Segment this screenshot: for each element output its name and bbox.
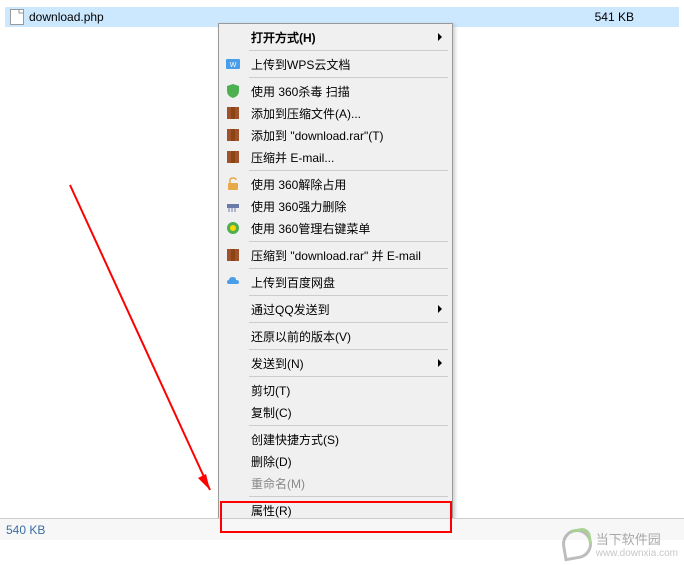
menu-label: 删除(D) (251, 453, 292, 470)
status-size: 540 KB (6, 523, 45, 537)
separator (249, 425, 448, 426)
menu-label: 发送到(N) (251, 355, 304, 372)
file-size: 541 KB (595, 10, 634, 24)
file-icon (9, 9, 25, 25)
separator (249, 349, 448, 350)
menu-label: 剪切(T) (251, 382, 290, 399)
menu-qq-send[interactable]: 通过QQ发送到 (221, 298, 450, 320)
watermark-url: www.downxia.com (596, 548, 678, 559)
chevron-right-icon (438, 33, 442, 41)
svg-text:W: W (230, 62, 237, 69)
menu-add-archive[interactable]: 添加到压缩文件(A)... (221, 102, 450, 124)
archive-icon (225, 149, 241, 165)
menu-baidu-upload[interactable]: 上传到百度网盘 (221, 271, 450, 293)
separator (249, 376, 448, 377)
menu-wps-upload[interactable]: W 上传到WPS云文档 (221, 53, 450, 75)
menu-compress-rar-email[interactable]: 压缩到 "download.rar" 并 E-mail (221, 244, 450, 266)
archive-icon (225, 247, 241, 263)
cloud-icon (225, 274, 241, 290)
menu-cut[interactable]: 剪切(T) (221, 379, 450, 401)
menu-rename[interactable]: 重命名(M) (221, 472, 450, 494)
menu-label: 创建快捷方式(S) (251, 431, 339, 448)
watermark: 当下软件园 www.downxia.com (562, 529, 678, 559)
watermark-name: 当下软件园 (596, 529, 678, 548)
menu-label: 压缩并 E-mail... (251, 149, 334, 166)
menu-label: 使用 360解除占用 (251, 176, 346, 193)
separator (249, 295, 448, 296)
menu-scan-360[interactable]: 使用 360杀毒 扫描 (221, 80, 450, 102)
menu-label: 使用 360强力删除 (251, 198, 346, 215)
watermark-logo-icon (559, 527, 594, 562)
menu-label: 使用 360管理右键菜单 (251, 220, 370, 237)
separator (249, 77, 448, 78)
chevron-right-icon (438, 305, 442, 313)
menu-label: 上传到百度网盘 (251, 274, 335, 291)
menu-label: 打开方式(H) (251, 29, 316, 46)
archive-icon (225, 105, 241, 121)
menu-label: 复制(C) (251, 404, 292, 421)
menu-label: 重命名(M) (251, 475, 305, 492)
separator (249, 268, 448, 269)
menu-manage-360[interactable]: 使用 360管理右键菜单 (221, 217, 450, 239)
menu-label: 通过QQ发送到 (251, 301, 330, 318)
separator (249, 50, 448, 51)
separator (249, 170, 448, 171)
menu-release-360[interactable]: 使用 360解除占用 (221, 173, 450, 195)
menu-delete[interactable]: 删除(D) (221, 450, 450, 472)
menu-send-to[interactable]: 发送到(N) (221, 352, 450, 374)
menu-label: 添加到 "download.rar"(T) (251, 127, 384, 144)
context-menu: 打开方式(H) W 上传到WPS云文档 使用 360杀毒 扫描 添加到压缩文件(… (218, 23, 453, 524)
menu-label: 属性(R) (251, 502, 292, 519)
separator (249, 322, 448, 323)
menu-force-delete-360[interactable]: 使用 360强力删除 (221, 195, 450, 217)
menu-compress-email[interactable]: 压缩并 E-mail... (221, 146, 450, 168)
menu-add-rar[interactable]: 添加到 "download.rar"(T) (221, 124, 450, 146)
menu-shortcut[interactable]: 创建快捷方式(S) (221, 428, 450, 450)
wps-icon: W (225, 56, 241, 72)
unlock-icon (225, 176, 241, 192)
shield-icon (225, 83, 241, 99)
menu-label: 添加到压缩文件(A)... (251, 105, 361, 122)
menu-copy[interactable]: 复制(C) (221, 401, 450, 423)
menu-label: 使用 360杀毒 扫描 (251, 83, 350, 100)
menu-label: 压缩到 "download.rar" 并 E-mail (251, 247, 421, 264)
separator (249, 496, 448, 497)
archive-icon (225, 127, 241, 143)
separator (249, 241, 448, 242)
menu-label: 上传到WPS云文档 (251, 56, 350, 73)
shredder-icon (225, 198, 241, 214)
menu-restore[interactable]: 还原以前的版本(V) (221, 325, 450, 347)
menu-label: 还原以前的版本(V) (251, 328, 351, 345)
chevron-right-icon (438, 359, 442, 367)
menu-open-with[interactable]: 打开方式(H) (221, 26, 450, 48)
file-name: download.php (29, 10, 104, 24)
360-icon (225, 220, 241, 236)
